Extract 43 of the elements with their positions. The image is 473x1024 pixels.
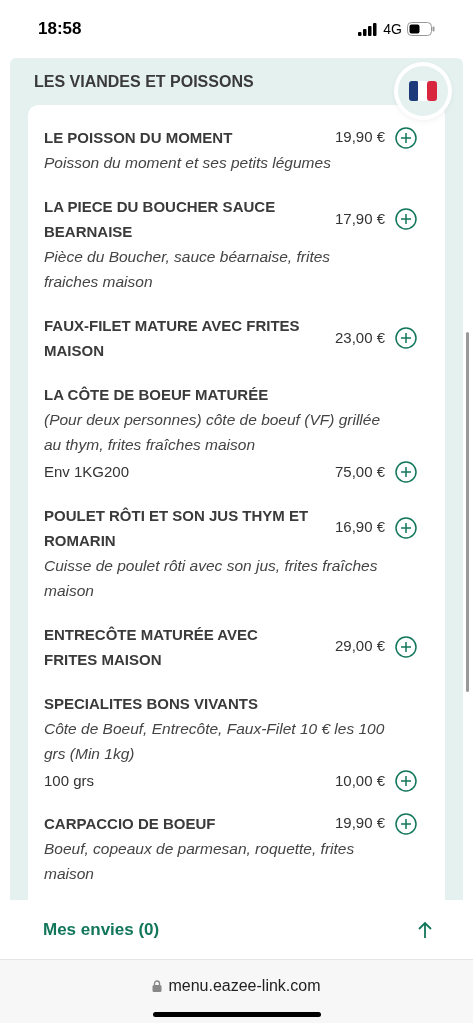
- price: 16,90 €: [334, 517, 385, 538]
- language-button[interactable]: [398, 66, 448, 116]
- add-icon[interactable]: [395, 812, 417, 835]
- add-icon[interactable]: [395, 126, 417, 149]
- price: 10,00 €: [334, 770, 385, 791]
- dish-name: LA CÔTE DE BOEUF MATURÉE: [44, 385, 270, 405]
- dish-description: Pièce du Boucher, sauce béarnaise, frites fraiches maison: [44, 247, 332, 292]
- price: 75,00 €: [334, 462, 385, 482]
- wishlist-link[interactable]: Mes envies (0): [43, 916, 160, 943]
- price: 19,90 €: [334, 813, 385, 834]
- arrow-up-icon[interactable]: [417, 920, 433, 939]
- dish-name: LA PIECE DU BOUCHER SAUCE BEARNAISE: [44, 197, 277, 242]
- add-icon[interactable]: [395, 516, 417, 539]
- price: 17,90 €: [334, 208, 385, 229]
- dish-description: Boeuf, copeaux de parmesan, roquette, frites maison: [44, 839, 356, 884]
- dish-name: POULET RÔTI ET SON JUS THYM ET ROMARIN: [44, 505, 310, 551]
- dish-name: FAUX-FILET MATURE AVEC FRITES MAISON: [44, 316, 301, 361]
- dish-description: Côte de Boeuf, Entrecôte, Faux-Filet 10 € les 100 grs (Min 1kg): [44, 718, 386, 764]
- url-text[interactable]: menu.eazee-link.com: [168, 974, 321, 998]
- dish-description: Cuisse de poulet rôti avec son jus, frites fraîches maison: [44, 555, 379, 601]
- section-title: LES VIANDES ET POISSONS: [34, 71, 254, 92]
- flag-icon: [409, 81, 437, 101]
- add-icon[interactable]: [395, 635, 417, 658]
- dish-description: (Pour deux personnes) côte de boeuf (VF) grillée au thym, frites fraîches maison: [44, 410, 381, 455]
- portion-label: 100 grs: [44, 770, 95, 791]
- add-icon[interactable]: [395, 461, 417, 484]
- dish-name: SPECIALITES BONS VIVANTS: [44, 693, 259, 714]
- dish-description: Poisson du moment et ses petits légumes: [44, 153, 332, 173]
- battery-icon: [407, 22, 435, 36]
- portion-label: Env 1KG200: [44, 462, 130, 482]
- network-label: 4G: [383, 19, 402, 39]
- dish-name: ENTRECÔTE MATURÉE AVEC FRITES MAISON: [44, 624, 259, 670]
- add-icon[interactable]: [395, 208, 417, 230]
- add-icon[interactable]: [395, 769, 417, 792]
- add-icon[interactable]: [395, 327, 417, 349]
- price: 29,00 €: [334, 636, 385, 657]
- dish-name: CARPACCIO DE BOEUF: [44, 814, 217, 834]
- dish-name: LE POISSON DU MOMENT: [44, 128, 234, 148]
- lock-icon: [152, 980, 163, 992]
- price: 23,00 €: [334, 327, 385, 348]
- price: 19,90 €: [334, 127, 385, 148]
- status-time: 18:58: [38, 18, 82, 41]
- signal-icon: [358, 22, 379, 36]
